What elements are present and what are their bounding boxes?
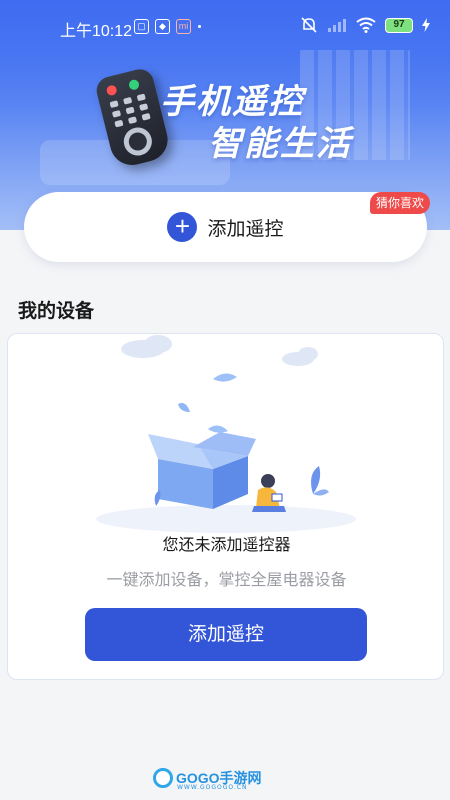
- app-icon-green: ▢: [134, 19, 149, 34]
- notification-dot-icon: [198, 25, 201, 28]
- empty-state-subtitle: 一键添加设备，掌控全屋电器设备: [106, 570, 347, 589]
- my-devices-title: 我的设备: [18, 300, 95, 322]
- watermark-subtext: WWW.GOGOGO.CN: [177, 784, 248, 791]
- remote-key: [114, 119, 124, 128]
- mi-icon: mi: [176, 19, 191, 34]
- remote-key: [111, 109, 122, 118]
- remote-key: [136, 93, 146, 102]
- battery-indicator: 97: [385, 17, 413, 33]
- recommend-tag[interactable]: 猜你喜欢: [370, 192, 431, 214]
- shield-icon: ◆: [155, 19, 170, 34]
- devices-empty-card: 您还未添加遥控器 一键添加设备，掌控全屋电器设备 添加遥控: [7, 333, 444, 680]
- remote-key: [141, 112, 151, 121]
- add-remote-button[interactable]: 添加遥控: [85, 608, 367, 661]
- add-remote-label: 添加遥控: [207, 217, 284, 240]
- watermark-logo-icon: [153, 768, 173, 788]
- remote-green-button: [127, 78, 141, 91]
- charging-bolt-icon: [422, 18, 430, 32]
- mute-icon: [301, 17, 317, 33]
- remote-key: [127, 116, 138, 125]
- remote-red-button: [105, 84, 118, 97]
- wifi-icon: [356, 17, 376, 33]
- watermark: GOGO手游网 WWW.GOGOGO.CN: [153, 768, 262, 791]
- empty-box-illustration: [96, 335, 356, 533]
- remote-dpad: [120, 124, 155, 159]
- empty-state-title: 您还未添加遥控器: [162, 535, 291, 554]
- banner-slogan-line2: 智能生活: [208, 124, 352, 164]
- remote-key: [109, 100, 119, 109]
- signal-icon: [328, 19, 346, 32]
- remote-key: [123, 96, 133, 105]
- status-bar: 上午10:12 ▢ ◆ mi 97: [0, 0, 450, 52]
- add-remote-card[interactable]: + 添加遥控: [24, 192, 427, 262]
- remote-key: [139, 103, 149, 111]
- plus-icon: +: [167, 212, 198, 242]
- remote-key: [125, 106, 135, 115]
- status-time: 上午10:12: [60, 23, 133, 40]
